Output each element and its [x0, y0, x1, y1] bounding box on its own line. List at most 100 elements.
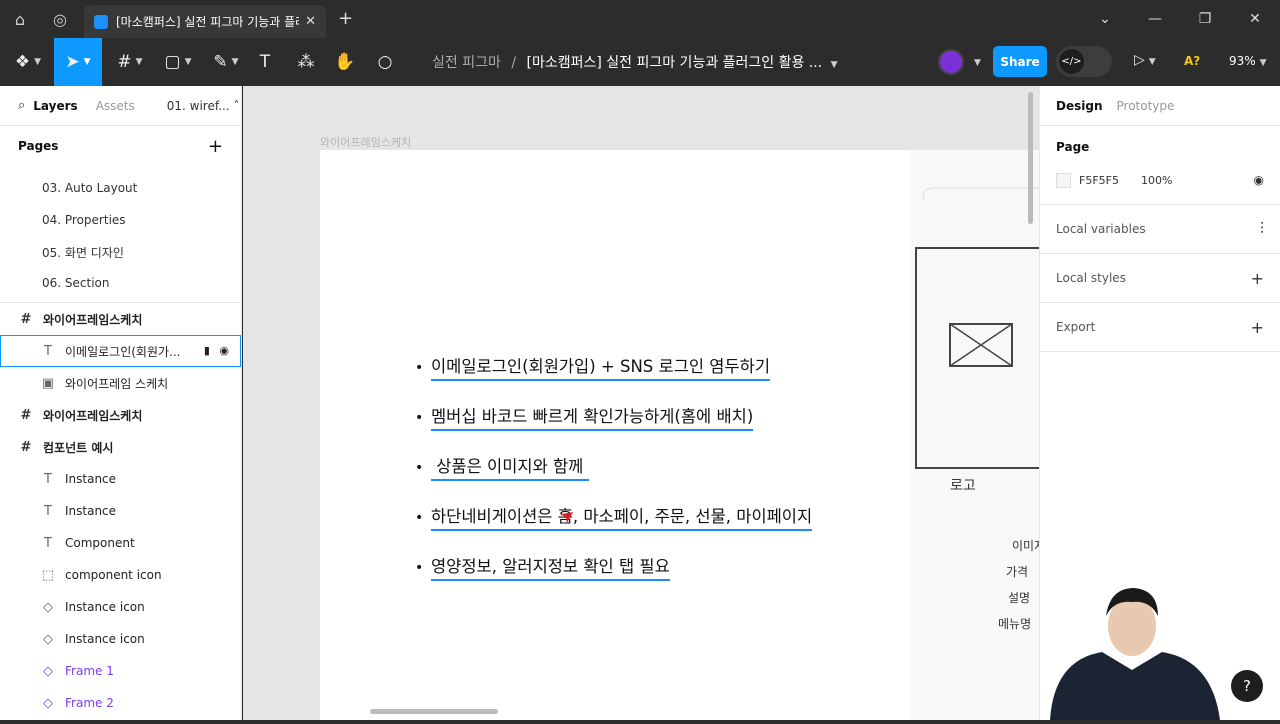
new-tab-button[interactable]: +: [338, 8, 353, 29]
wireframe-sketch-image[interactable]: 로고 이미지 가격 설명 메뉴명: [910, 150, 1039, 720]
layer-instance[interactable]: ◇ Instance icon: [0, 623, 241, 655]
file-name[interactable]: [마소캠퍼스] 실전 피그마 기능과 플러그인 활용 ...: [526, 55, 822, 71]
bullet-item: • 하단네비게이션은 홈, 마소페이, 주문, 선물, 마이페이지: [415, 506, 813, 556]
tab-design[interactable]: Design: [1056, 99, 1103, 113]
bg-opacity[interactable]: 100%: [1141, 174, 1172, 187]
sketch-label: 설명: [1008, 591, 1030, 605]
layer-text[interactable]: T Instance: [0, 495, 241, 527]
close-tab-icon[interactable]: ✕: [305, 14, 316, 29]
move-tool-button[interactable]: ➤ ▼: [54, 38, 102, 86]
add-export-icon[interactable]: +: [1251, 318, 1264, 337]
page-item[interactable]: 04. Properties: [0, 204, 241, 236]
globe-icon[interactable]: ◎: [40, 0, 80, 38]
layer-frame[interactable]: # 와이어프레임스케치: [0, 303, 241, 335]
tab-list-icon[interactable]: ⌄: [1080, 0, 1130, 38]
frame-icon: #: [20, 407, 32, 423]
layer-dashed-frame[interactable]: ⬚ component icon: [0, 559, 241, 591]
layer-text[interactable]: T Instance: [0, 463, 241, 495]
layer-label: 와이어프레임스케치: [43, 312, 143, 327]
browser-tab[interactable]: [마소캠퍼스] 실전 피그마 기능과 플러 ✕: [84, 5, 326, 38]
frame-icon: #: [117, 52, 132, 72]
add-page-icon[interactable]: +: [208, 136, 223, 157]
unlock-icon[interactable]: ▮: [204, 344, 210, 357]
layer-label: Component: [65, 536, 135, 550]
layer-frame[interactable]: # 와이어프레임스케치: [0, 399, 241, 431]
component-icon: ◇: [43, 663, 53, 679]
frame-tool-button[interactable]: # ▼: [110, 38, 150, 86]
horizontal-scrollbar[interactable]: [370, 709, 498, 714]
close-window-icon[interactable]: ✕: [1230, 0, 1280, 38]
layer-text[interactable]: T Component: [0, 527, 241, 559]
help-button[interactable]: ?: [1231, 670, 1263, 702]
resources-button[interactable]: ⁂: [292, 38, 320, 86]
bullet-text: 하단네비게이션은 홈, 마소페이, 주문, 선물, 마이페이지: [431, 506, 813, 531]
eye-icon[interactable]: ◉: [1254, 173, 1264, 187]
color-swatch[interactable]: [1056, 172, 1071, 188]
right-panel-tabs: Design Prototype: [1040, 86, 1280, 126]
page-item[interactable]: 05. 화면 디자인: [0, 236, 241, 268]
add-style-icon[interactable]: +: [1251, 269, 1264, 288]
page-item[interactable]: 03. Auto Layout: [0, 172, 241, 204]
search-icon[interactable]: ⌕: [18, 98, 25, 113]
present-button[interactable]: ▷ ▼: [1134, 52, 1156, 68]
eye-icon[interactable]: ◉: [219, 344, 229, 357]
vertical-scrollbar[interactable]: [1028, 92, 1033, 224]
tab-layers[interactable]: Layers: [33, 99, 77, 113]
main-menu-button[interactable]: ❖ ▼: [8, 38, 48, 86]
page-item[interactable]: 06. Section: [0, 268, 241, 298]
restore-icon[interactable]: ❐: [1180, 0, 1230, 38]
frame-label[interactable]: 와이어프레임스케치: [320, 134, 411, 150]
hand-icon: ✋: [334, 52, 356, 72]
text-layer-icon: T: [44, 343, 52, 359]
zoom-level: 93%: [1229, 54, 1256, 68]
comment-tool-button[interactable]: ○: [372, 38, 398, 86]
sliders-icon[interactable]: ⫶: [1260, 219, 1264, 239]
canvas[interactable]: 와이어프레임스케치 로고 이미지 가격 설명 메뉴명 •이메일로그인(회원가입)…: [243, 86, 1039, 720]
sketch-label: 가격: [1006, 565, 1028, 579]
dev-mode-toggle[interactable]: </>: [1056, 46, 1112, 77]
zoom-menu[interactable]: 93% ▼: [1229, 54, 1267, 68]
tab-assets[interactable]: Assets: [96, 99, 135, 113]
layer-instance[interactable]: ◇ Instance icon: [0, 591, 241, 623]
presenter-webcam-overlay: [1040, 560, 1240, 720]
accessibility-check-button[interactable]: A?: [1184, 54, 1200, 68]
layer-label: Instance: [65, 504, 117, 518]
share-button[interactable]: Share: [993, 46, 1047, 77]
layer-frame[interactable]: # 컴포넌트 예시: [0, 431, 241, 463]
avatar[interactable]: [938, 49, 964, 75]
layer-image[interactable]: ▣ 와이어프레임 스케치: [0, 367, 241, 399]
background-fill-row[interactable]: F5F5F5 100% ◉: [1056, 164, 1264, 196]
text-tool-button[interactable]: T: [252, 38, 278, 86]
layers-panel: ⌕ Layers Assets 01. wiref... ˄ Pages + 0…: [0, 86, 242, 720]
local-styles-row[interactable]: Local styles +: [1040, 254, 1280, 303]
comment-icon: ○: [377, 52, 393, 72]
chevron-down-icon[interactable]: ▼: [831, 60, 838, 70]
hand-tool-button[interactable]: ✋: [332, 38, 358, 86]
layer-label: component icon: [65, 568, 162, 582]
layer-component[interactable]: ◇ Frame 2: [0, 687, 241, 719]
local-variables-row[interactable]: Local variables ⫶: [1040, 205, 1280, 254]
minimize-icon[interactable]: —: [1130, 0, 1180, 38]
pen-icon: ✎: [213, 52, 228, 72]
layer-label: Instance icon: [65, 600, 145, 614]
layer-component[interactable]: ◇ Frame 1: [0, 655, 241, 687]
frame-icon: #: [20, 439, 32, 455]
pages-title: Pages: [18, 139, 59, 153]
avatar-chevron-icon[interactable]: ▼: [974, 58, 981, 68]
text-icon: T: [259, 52, 271, 72]
home-icon[interactable]: ⌂: [0, 0, 40, 38]
dashed-frame-icon: ⬚: [41, 567, 55, 583]
page-selector[interactable]: 01. wiref... ˄: [167, 99, 240, 113]
page-section: Page F5F5F5 100% ◉: [1040, 130, 1280, 205]
tab-prototype[interactable]: Prototype: [1117, 99, 1175, 113]
pen-tool-button[interactable]: ✎ ▼: [206, 38, 246, 86]
breadcrumb[interactable]: 실전 피그마 / [마소캠퍼스] 실전 피그마 기능과 플러그인 활용 ... …: [432, 52, 838, 72]
layer-text[interactable]: T 이메일로그인(회원가... ▮ ◉: [0, 335, 241, 367]
layer-label: Instance icon: [65, 632, 145, 646]
export-row[interactable]: Export +: [1040, 303, 1280, 352]
bg-color-hex[interactable]: F5F5F5: [1079, 174, 1119, 187]
presenter-silhouette: [1050, 588, 1220, 720]
project-name[interactable]: 실전 피그마: [432, 55, 501, 71]
shape-tool-button[interactable]: ▢ ▼: [158, 38, 198, 86]
requirements-text[interactable]: • 이메일로그인(회원가입) + SNS 로그인 염두하기 • 멤버십 바코드 빠르…: [415, 356, 813, 606]
